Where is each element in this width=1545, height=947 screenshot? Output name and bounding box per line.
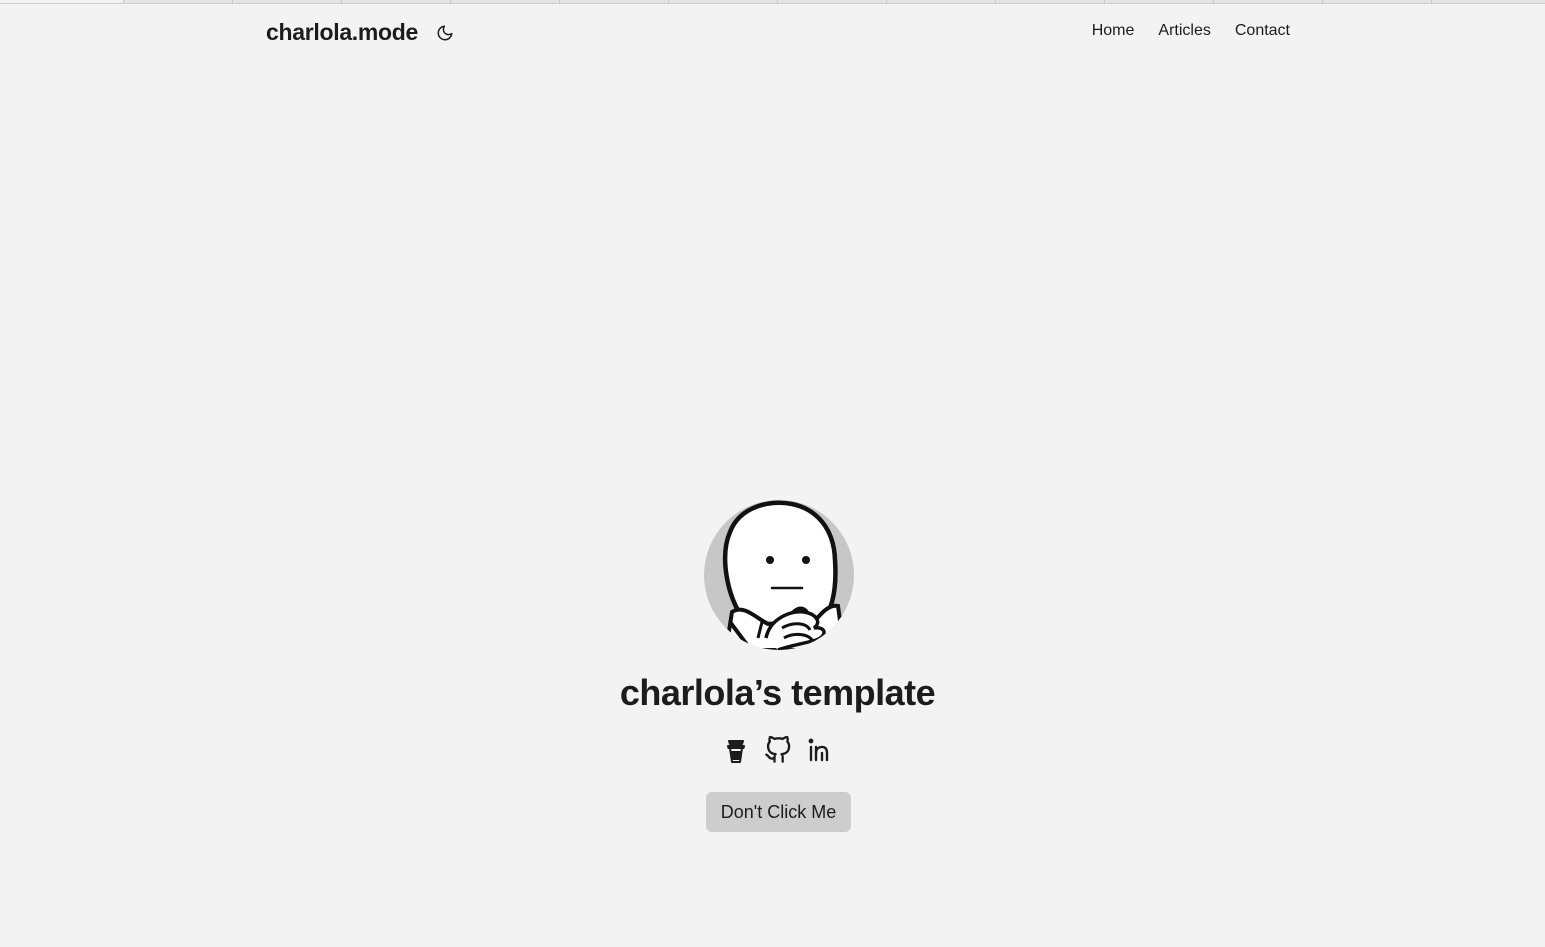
moon-icon[interactable] [436, 24, 454, 42]
tab-divider [995, 0, 996, 3]
browser-tab-strip [0, 0, 1545, 4]
tab-divider [886, 0, 887, 3]
tab-divider [1213, 0, 1214, 3]
tab-divider [777, 0, 778, 3]
tab-divider [668, 0, 669, 3]
tab-divider [1322, 0, 1323, 3]
avatar-face-illustration [722, 500, 847, 650]
active-tab-indicator [0, 0, 123, 3]
tab-divider [341, 0, 342, 3]
nav-link-contact[interactable]: Contact [1235, 22, 1290, 40]
social-links [722, 735, 834, 764]
dont-click-me-button[interactable]: Don't Click Me [706, 792, 851, 832]
nav-link-articles[interactable]: Articles [1158, 22, 1210, 40]
tab-divider [123, 0, 124, 3]
main-nav: Home Articles Contact [1092, 22, 1290, 40]
nav-link-home[interactable]: Home [1092, 22, 1135, 40]
tab-divider [1104, 0, 1105, 3]
linkedin-icon[interactable] [806, 736, 834, 764]
tab-divider [450, 0, 451, 3]
site-header: charlola.mode Home Articles Contact [266, 14, 1290, 52]
avatar [704, 500, 854, 650]
github-icon[interactable] [764, 735, 792, 764]
tab-divider [1431, 0, 1432, 3]
site-brand-link[interactable]: charlola.mode [266, 19, 418, 46]
hero-title: charlola’s template [619, 672, 936, 713]
coffee-cup-icon[interactable] [722, 736, 750, 764]
tab-divider [559, 0, 560, 3]
tab-divider [232, 0, 233, 3]
